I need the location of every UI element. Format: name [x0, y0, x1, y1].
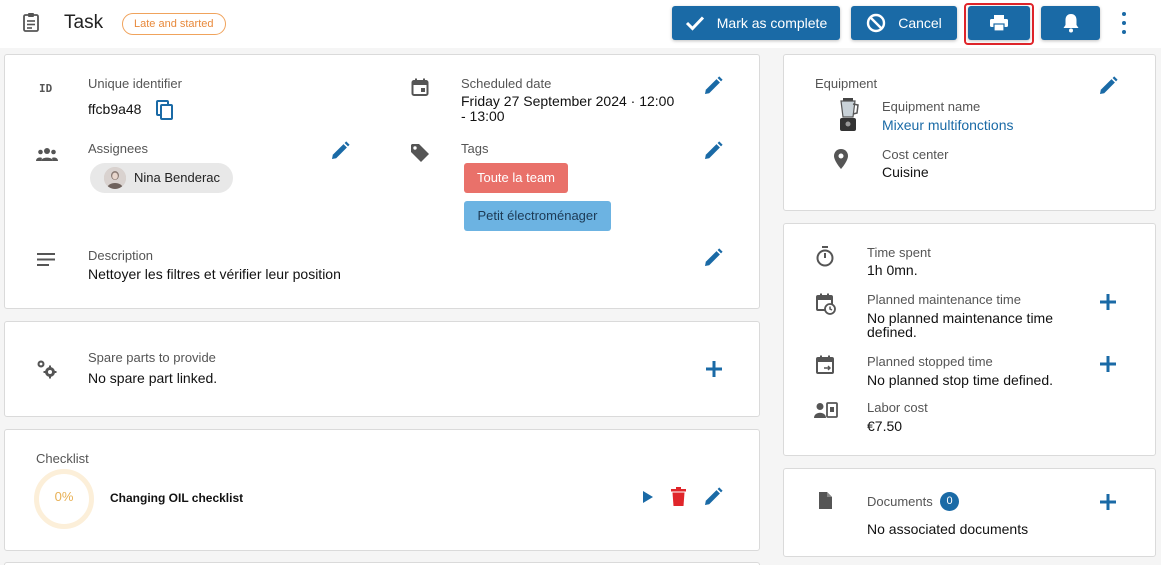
tags-label: Tags [461, 141, 489, 156]
spare-parts-card [4, 321, 760, 417]
spare-parts-label: Spare parts to provide [88, 350, 216, 365]
check-icon [685, 16, 704, 31]
id-icon: ID [39, 82, 53, 95]
document-icon [819, 492, 832, 509]
blender-icon [840, 98, 859, 131]
equipment-name-label: Equipment name [882, 99, 981, 114]
scheduled-value-line2: - 13:00 [461, 108, 505, 124]
time-spent-value: 1h 0mn. [867, 262, 918, 278]
mark-complete-button[interactable]: Mark as complete [672, 6, 840, 40]
calendar-clock-icon [816, 293, 836, 315]
checklist-item-name: Changing OIL checklist [110, 491, 244, 505]
scheduled-label: Scheduled date [461, 76, 552, 91]
equipment-title: Equipment [815, 76, 878, 91]
avatar [104, 167, 126, 189]
cancel-label: Cancel [898, 15, 942, 31]
add-document-icon[interactable] [1099, 493, 1117, 511]
edit-tags-icon[interactable] [703, 141, 723, 161]
tag-icon [411, 144, 429, 162]
planned-stop-value: No planned stop time defined. [867, 372, 1054, 388]
top-bar: Task Late and started Mark as complete C… [0, 0, 1161, 48]
documents-label: Documents [867, 494, 933, 509]
id-value: ffcb9a48 [88, 101, 142, 117]
copy-icon[interactable] [156, 100, 174, 121]
page-title: Task [64, 12, 104, 33]
calendar-stop-icon [816, 355, 834, 374]
scheduled-value-line1: Friday 27 September 2024 · 12:00 [461, 93, 675, 109]
people-icon [36, 148, 58, 161]
documents-count-badge: 0 [940, 492, 959, 511]
description-label: Description [88, 248, 154, 263]
status-badge: Late and started [122, 13, 226, 35]
edit-checklist-icon[interactable] [703, 487, 723, 507]
clipboard-icon [23, 13, 39, 32]
edit-assignees-icon[interactable] [330, 141, 350, 161]
calendar-icon [411, 78, 429, 96]
notifications-button[interactable] [1041, 6, 1100, 40]
print-icon [990, 15, 1008, 32]
edit-equipment-icon[interactable] [1098, 76, 1118, 96]
planned-stop-label: Planned stopped time [867, 354, 993, 369]
print-button[interactable] [968, 6, 1030, 40]
id-label: Unique identifier [88, 76, 182, 91]
checklist-title: Checklist [36, 451, 89, 466]
assignee-name: Nina Benderac [134, 170, 220, 185]
tag-toute-la-team[interactable]: Toute la team [464, 163, 568, 193]
labor-cost-icon [814, 402, 838, 418]
planned-maint-line2: defined. [867, 324, 917, 340]
equipment-name-link[interactable]: Mixeur multifonctions [882, 117, 1014, 133]
labor-cost-label: Labor cost [867, 400, 928, 415]
description-value: Nettoyer les filtres et vérifier leur po… [88, 266, 341, 282]
add-maint-time-icon[interactable] [1099, 293, 1117, 311]
add-stop-time-icon[interactable] [1099, 355, 1117, 373]
spare-parts-value: No spare part linked. [88, 370, 218, 386]
play-icon[interactable] [642, 490, 654, 504]
assignee-chip[interactable]: Nina Benderac [90, 163, 233, 193]
labor-cost-value: €7.50 [867, 418, 903, 434]
checklist-progress-text: 0% [54, 489, 74, 504]
timer-icon [816, 246, 834, 267]
bell-icon [1063, 14, 1078, 33]
time-card [783, 223, 1156, 456]
assignees-label: Assignees [88, 141, 148, 156]
cost-center-label: Cost center [882, 147, 949, 162]
edit-description-icon[interactable] [703, 248, 723, 268]
add-spare-part-icon[interactable] [705, 360, 723, 378]
more-vert-icon[interactable] [1116, 12, 1132, 34]
gears-icon [37, 360, 57, 379]
cancel-button[interactable]: Cancel [851, 6, 957, 40]
trash-icon[interactable] [671, 487, 686, 507]
location-icon [834, 149, 848, 169]
cancel-icon [867, 13, 886, 33]
tag-petit-electromenager[interactable]: Petit électroménager [464, 201, 611, 231]
mark-complete-label: Mark as complete [716, 15, 828, 31]
planned-maint-label: Planned maintenance time [867, 292, 1021, 307]
documents-value: No associated documents [867, 521, 1029, 537]
documents-card [783, 468, 1156, 557]
description-icon [37, 253, 55, 266]
edit-scheduled-icon[interactable] [703, 76, 723, 96]
cost-center-value: Cuisine [882, 164, 929, 180]
time-spent-label: Time spent [867, 245, 931, 260]
